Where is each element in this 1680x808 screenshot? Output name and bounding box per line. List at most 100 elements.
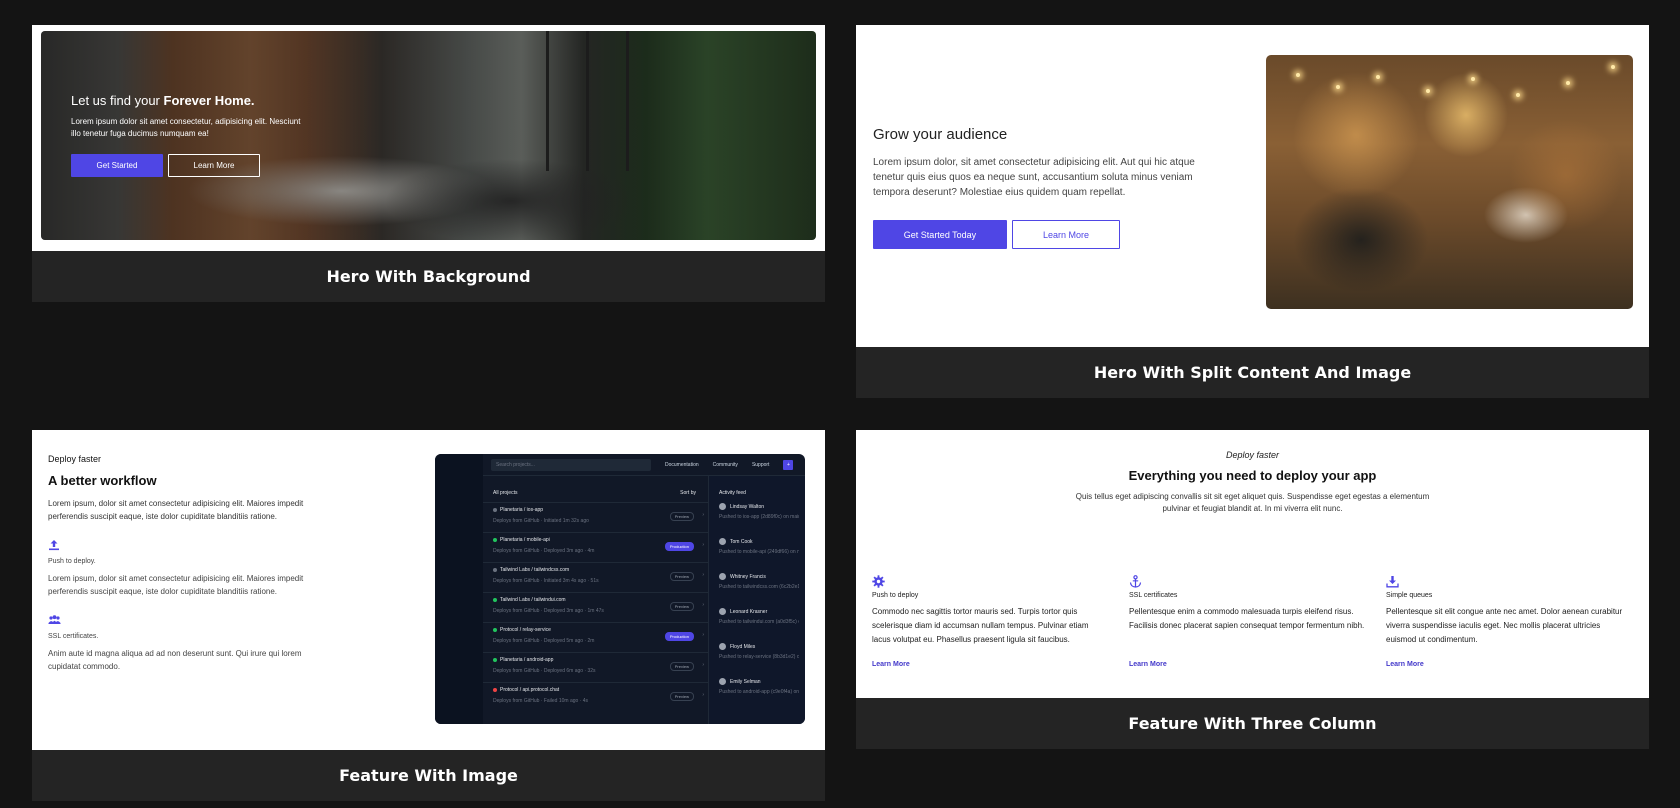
avatar <box>719 678 726 685</box>
card-caption[interactable]: Hero With Background <box>32 251 825 302</box>
feature-item-label: SSL certificates. <box>48 633 99 640</box>
hero-title: Let us find your Forever Home. <box>71 93 255 108</box>
feed-item: Floyd Miles Pushed to relay-service (8b3d… <box>719 643 799 678</box>
dashboard-nav-item: Documentation <box>665 461 699 468</box>
dashboard-project-row: Tailwind Labs / tailwindui.com Deploys fr… <box>483 592 708 622</box>
chevron-right-icon: › <box>702 572 704 578</box>
project-meta: Deploys from GitHub · Deployed 3m ago · … <box>493 608 604 614</box>
three-col-desc: Pellentesque sit elit congue ante nec am… <box>1386 607 1623 644</box>
chevron-right-icon: › <box>702 632 704 638</box>
three-col-subtitle: Quis tellus eget adipiscing convallis si… <box>1075 492 1430 513</box>
feed-item: Whitney Francis Pushed to tailwindcss.com… <box>719 573 799 608</box>
feed-title: Activity feed <box>719 490 746 496</box>
preview-feature-with-image: Deploy faster A better workflow Lorem ip… <box>32 430 825 750</box>
feed-user-name: Emily Selman <box>730 678 761 685</box>
card-caption[interactable]: Feature With Image <box>32 750 825 801</box>
dashboard-sort: Sort by <box>680 490 696 496</box>
project-meta: Deploys from GitHub · Initiated 3m 4s ag… <box>493 578 599 584</box>
dashboard-project-row: Protocol / relay-service Deploys from Git… <box>483 622 708 652</box>
feature-body: Lorem ipsum, dolor sit amet consectetur … <box>48 499 304 521</box>
feature-item-desc: Anim aute id magna aliqua ad ad non dese… <box>48 649 302 671</box>
dashboard-sidebar <box>435 454 483 724</box>
get-started-today-button[interactable]: Get Started Today <box>873 220 1007 249</box>
card-feature-three-column[interactable]: Deploy faster Everything you need to dep… <box>856 430 1649 749</box>
feed-item: Leonard Krasner Pushed to tailwindui.com … <box>719 608 799 643</box>
status-dot <box>493 538 497 542</box>
learn-more-button[interactable]: Learn More <box>1012 220 1120 249</box>
status-dot <box>493 568 497 572</box>
card-hero-with-background[interactable]: Let us find your Forever Home. Lorem ips… <box>32 25 825 302</box>
hero-background-image: Let us find your Forever Home. Lorem ips… <box>41 31 816 240</box>
environment-badge: Preview <box>669 512 694 521</box>
three-col-item: Push to deploy Commodo nec sagittis tort… <box>872 575 1109 671</box>
status-dot <box>493 598 497 602</box>
chevron-right-icon: › <box>702 602 704 608</box>
project-name: Tailwind Labs / tailwindcss.com <box>500 567 570 573</box>
three-col-title: Everything you need to deploy your app <box>1128 468 1377 483</box>
project-meta: Deploys from GitHub · Deployed 6m ago · … <box>493 668 596 674</box>
upload-icon <box>48 538 60 551</box>
project-name: Protocol / api.protocol.chat <box>500 687 560 693</box>
dashboard-list-title: All projects <box>493 490 518 496</box>
dashboard-project-row: Protocol / api.protocol.chat Deploys from… <box>483 682 708 712</box>
dashboard-activity-feed: Activity feed Lindsay Walton Pushed to io… <box>708 476 805 724</box>
download-icon <box>1386 575 1399 588</box>
card-caption[interactable]: Hero With Split Content And Image <box>856 347 1649 398</box>
chevron-right-icon: › <box>702 692 704 698</box>
split-body: Lorem ipsum dolor, sit amet consectetur … <box>873 157 1195 198</box>
status-dot <box>493 658 497 662</box>
users-icon <box>48 613 61 625</box>
feed-detail: Pushed to ios-app (2d89f0c) on main <box>719 514 799 520</box>
project-meta: Deploys from GitHub · Initiated 1m 32s a… <box>493 518 589 524</box>
learn-more-link[interactable]: Learn More <box>872 661 910 668</box>
project-name: Planetaria / mobile-api <box>500 537 550 543</box>
environment-badge: Preview <box>669 662 694 671</box>
hero-content: Let us find your Forever Home. Lorem ips… <box>71 93 301 177</box>
status-dot <box>493 628 497 632</box>
feed-detail: Pushed to tailwindcss.com (6c2b2e1) on m… <box>719 584 799 590</box>
dashboard-nav-item: Community <box>712 461 738 468</box>
environment-badge: Preview <box>669 602 694 611</box>
status-dot <box>493 688 497 692</box>
feature-item-desc: Lorem ipsum, dolor sit amet consectetur … <box>48 574 304 596</box>
get-started-button[interactable]: Get Started <box>71 154 163 177</box>
avatar <box>719 643 726 650</box>
avatar <box>719 573 726 580</box>
preview-feature-three-column: Deploy faster Everything you need to dep… <box>856 430 1649 698</box>
celebration-image <box>1266 55 1633 309</box>
dashboard-nav-item: Support <box>751 461 770 468</box>
feed-user-name: Leonard Krasner <box>730 608 768 615</box>
card-feature-with-image[interactable]: Deploy faster A better workflow Lorem ip… <box>32 430 825 801</box>
project-name: Tailwind Labs / tailwindui.com <box>500 597 566 603</box>
chevron-right-icon: › <box>702 542 704 548</box>
dashboard-project-list: All projects Sort by Planetaria / ios-ap… <box>483 476 708 724</box>
feed-item: Emily Selman Pushed to android-app (c9e0f… <box>719 678 799 713</box>
three-col-item: SSL certificates Pellentesque enim a com… <box>1129 575 1366 671</box>
learn-more-link[interactable]: Learn More <box>1386 661 1424 668</box>
project-name: Planetaria / android-app <box>500 657 554 663</box>
card-caption[interactable]: Feature With Three Column <box>856 698 1649 749</box>
dashboard-topbar: Search projects... Documentation Communi… <box>483 454 805 476</box>
feature-item-label: Push to deploy. <box>48 558 96 565</box>
three-col-desc: Pellentesque enim a commodo malesuada tu… <box>1129 607 1365 630</box>
learn-more-link[interactable]: Learn More <box>1129 661 1167 668</box>
environment-badge: Preview <box>669 692 694 701</box>
feed-user-name: Tom Cook <box>730 538 753 545</box>
preview-hero-with-split: Grow your audience Lorem ipsum dolor, si… <box>856 25 1649 347</box>
chevron-right-icon: › <box>702 662 704 668</box>
three-col-desc: Commodo nec sagittis tortor mauris sed. … <box>872 607 1089 644</box>
dashboard-project-row: Planetaria / mobile-api Deploys from GitH… <box>483 532 708 562</box>
dashboard-project-row: Tailwind Labs / tailwindcss.com Deploys f… <box>483 562 708 592</box>
environment-badge: Preview <box>669 572 694 581</box>
feed-detail: Pushed to tailwindui.com (a0d3f5c) on ma… <box>719 619 799 625</box>
three-col-label: SSL certificates <box>1129 592 1178 599</box>
project-name: Protocol / relay-service <box>500 627 551 633</box>
card-hero-with-split[interactable]: Grow your audience Lorem ipsum dolor, si… <box>856 25 1649 398</box>
plus-icon: + <box>783 459 794 470</box>
anchor-icon <box>1129 575 1142 588</box>
learn-more-button[interactable]: Learn More <box>168 154 260 177</box>
project-name: Planetaria / ios-app <box>500 507 544 513</box>
three-col-eyebrow: Deploy faster <box>1225 450 1280 460</box>
feed-user-name: Whitney Francis <box>730 573 766 580</box>
three-col-label: Simple queues <box>1386 592 1433 599</box>
